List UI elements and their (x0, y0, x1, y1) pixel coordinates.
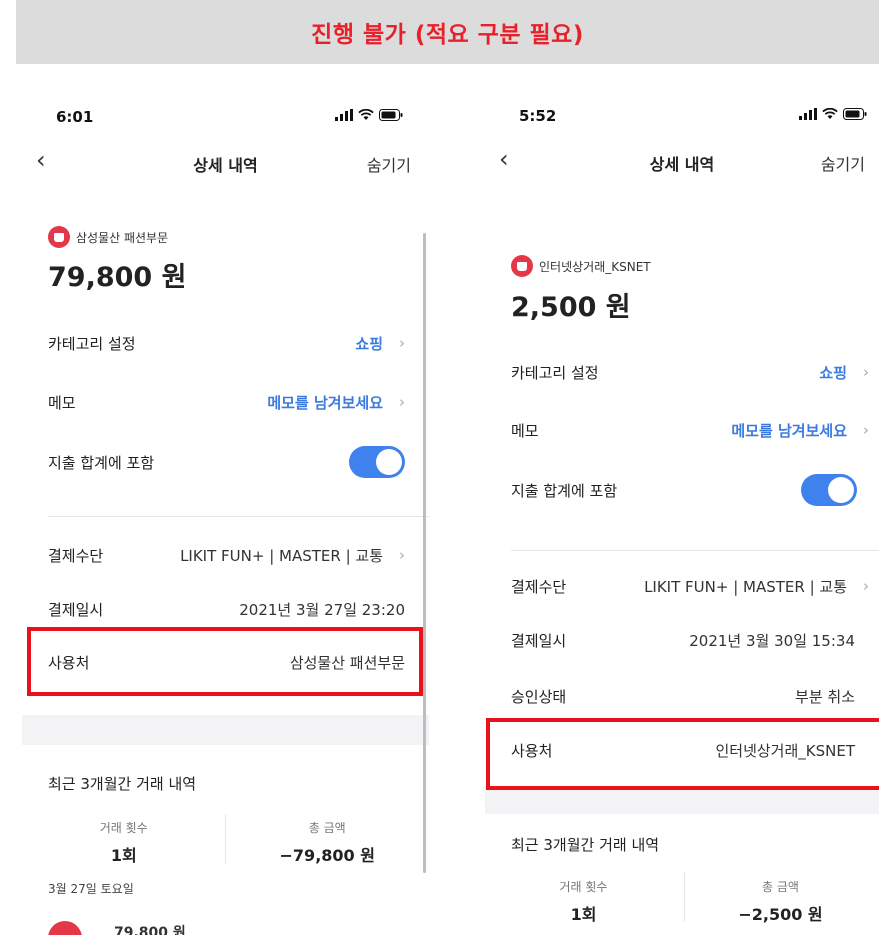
total-label: 총 금액 (308, 821, 346, 835)
status-bar: 5:52 (485, 92, 879, 144)
system-icons (335, 109, 403, 121)
payment-method-value: LIKIT FUN+ | MASTER | 교통 (644, 577, 847, 596)
nav-bar: ‹ 상세 내역 숨기기 (485, 144, 879, 184)
chevron-right-icon: › (863, 363, 869, 381)
total-value: −2,500 원 (738, 905, 823, 924)
payment-date-label: 결제일시 (511, 631, 567, 650)
merchant-name: 인터넷상거래_KSNET (511, 255, 651, 277)
include-total-row: 지출 합계에 포함 (48, 445, 405, 479)
category-row[interactable]: 카테고리 설정 쇼핑 › (48, 331, 405, 355)
shopping-bag-icon (48, 226, 70, 248)
approval-status-row: 승인상태 부분 취소 (511, 684, 855, 708)
payment-date-value: 2021년 3월 30일 15:34 (689, 631, 855, 650)
status-time: 5:52 (519, 107, 557, 125)
count-value: 1회 (110, 846, 137, 865)
recent-stats: 거래 횟수 1회 총 금액 −2,500 원 (485, 878, 879, 925)
payment-date-row: 결제일시 2021년 3월 27일 23:20 (48, 597, 405, 621)
category-value: 쇼핑 (355, 334, 383, 353)
payment-date-row: 결제일시 2021년 3월 30일 15:34 (511, 628, 855, 652)
wifi-icon (358, 109, 374, 120)
chevron-right-icon: › (399, 546, 405, 564)
include-total-label: 지출 합계에 포함 (511, 481, 618, 500)
include-total-row: 지출 합계에 포함 (511, 473, 857, 507)
stats-separator (225, 814, 226, 864)
scrollbar[interactable] (423, 233, 426, 873)
total-label: 총 금액 (762, 880, 799, 894)
recent-history-title: 최근 3개월간 거래 내역 (48, 775, 197, 793)
payment-date-label: 결제일시 (48, 600, 104, 619)
approval-status-label: 승인상태 (511, 687, 567, 706)
signal-icon (799, 108, 817, 120)
banner-text: 진행 불가 (적요 구분 필요) (311, 22, 584, 48)
shopping-bag-icon (511, 255, 533, 277)
category-label: 카테고리 설정 (48, 334, 136, 353)
hide-button[interactable]: 숨기기 (821, 151, 865, 175)
battery-icon (379, 109, 403, 121)
highlight-box-right (486, 718, 879, 790)
category-label: 카테고리 설정 (511, 363, 599, 382)
payment-method-label: 결제수단 (48, 546, 104, 565)
hide-button[interactable]: 숨기기 (367, 152, 411, 176)
phone-screen-left: 6:01 ‹ 상세 내역 숨기기 삼성물산 패션부문 79,800 원 카테고리… (22, 93, 429, 935)
payment-method-value: LIKIT FUN+ | MASTER | 교통 (180, 546, 383, 565)
total-stat: 총 금액 −79,800 원 (226, 819, 430, 866)
merchant-label: 인터넷상거래_KSNET (539, 259, 651, 274)
battery-icon (843, 108, 867, 120)
transaction-amount: 2,500 원 (511, 292, 631, 323)
screenshot-stage: 6:01 ‹ 상세 내역 숨기기 삼성물산 패션부문 79,800 원 카테고리… (0, 64, 879, 935)
include-total-toggle[interactable] (349, 446, 405, 478)
merchant-name: 삼성물산 패션부문 (48, 226, 168, 248)
nav-bar: ‹ 상세 내역 숨기기 (22, 145, 429, 185)
category-value: 쇼핑 (819, 363, 847, 382)
chevron-right-icon: › (399, 393, 405, 411)
count-label: 거래 횟수 (99, 821, 148, 835)
total-value: −79,800 원 (279, 846, 375, 865)
section-divider (48, 516, 429, 517)
highlight-box-left (27, 627, 423, 696)
memo-label: 메모 (511, 421, 539, 440)
chevron-right-icon: › (399, 334, 405, 352)
merchant-label: 삼성물산 패션부문 (76, 230, 169, 245)
chevron-right-icon: › (863, 421, 869, 439)
memo-row[interactable]: 메모 메모를 남겨보세요 › (511, 418, 869, 442)
payment-date-value: 2021년 3월 27일 23:20 (239, 600, 405, 619)
day-group-label: 3월 27일 토요일 (48, 882, 134, 896)
warning-banner: 진행 불가 (적요 구분 필요) (16, 0, 879, 64)
approval-status-value: 부분 취소 (795, 687, 855, 706)
section-divider (511, 550, 879, 551)
memo-value: 메모를 남겨보세요 (267, 393, 383, 412)
memo-row[interactable]: 메모 메모를 남겨보세요 › (48, 390, 405, 414)
count-stat: 거래 횟수 1회 (22, 819, 226, 866)
payment-method-label: 결제수단 (511, 577, 567, 596)
recent-history-title: 최근 3개월간 거래 내역 (511, 836, 660, 854)
memo-value: 메모를 남겨보세요 (731, 421, 847, 440)
count-value: 1회 (570, 905, 597, 924)
stats-separator (684, 872, 685, 922)
count-label: 거래 횟수 (559, 880, 608, 894)
include-total-label: 지출 합계에 포함 (48, 453, 155, 472)
status-time: 6:01 (56, 108, 94, 126)
payment-method-row[interactable]: 결제수단 LIKIT FUN+ | MASTER | 교통 › (511, 574, 869, 598)
status-bar: 6:01 (22, 93, 429, 145)
wifi-icon (822, 108, 838, 119)
transaction-amount: 79,800 원 (48, 262, 187, 293)
signal-icon (335, 109, 353, 121)
transaction-peek-amount: 79,800 원 (114, 925, 186, 935)
phone-screen-right: 5:52 ‹ 상세 내역 숨기기 인터넷상거래_KSNET 2,500 원 카테… (485, 92, 879, 935)
chevron-right-icon: › (863, 577, 869, 595)
include-total-toggle[interactable] (801, 474, 857, 506)
payment-method-row[interactable]: 결제수단 LIKIT FUN+ | MASTER | 교통 › (48, 543, 405, 567)
category-row[interactable]: 카테고리 설정 쇼핑 › (511, 360, 869, 384)
system-icons (799, 108, 867, 120)
count-stat: 거래 횟수 1회 (485, 878, 682, 925)
total-stat: 총 금액 −2,500 원 (682, 878, 879, 925)
memo-label: 메모 (48, 393, 76, 412)
